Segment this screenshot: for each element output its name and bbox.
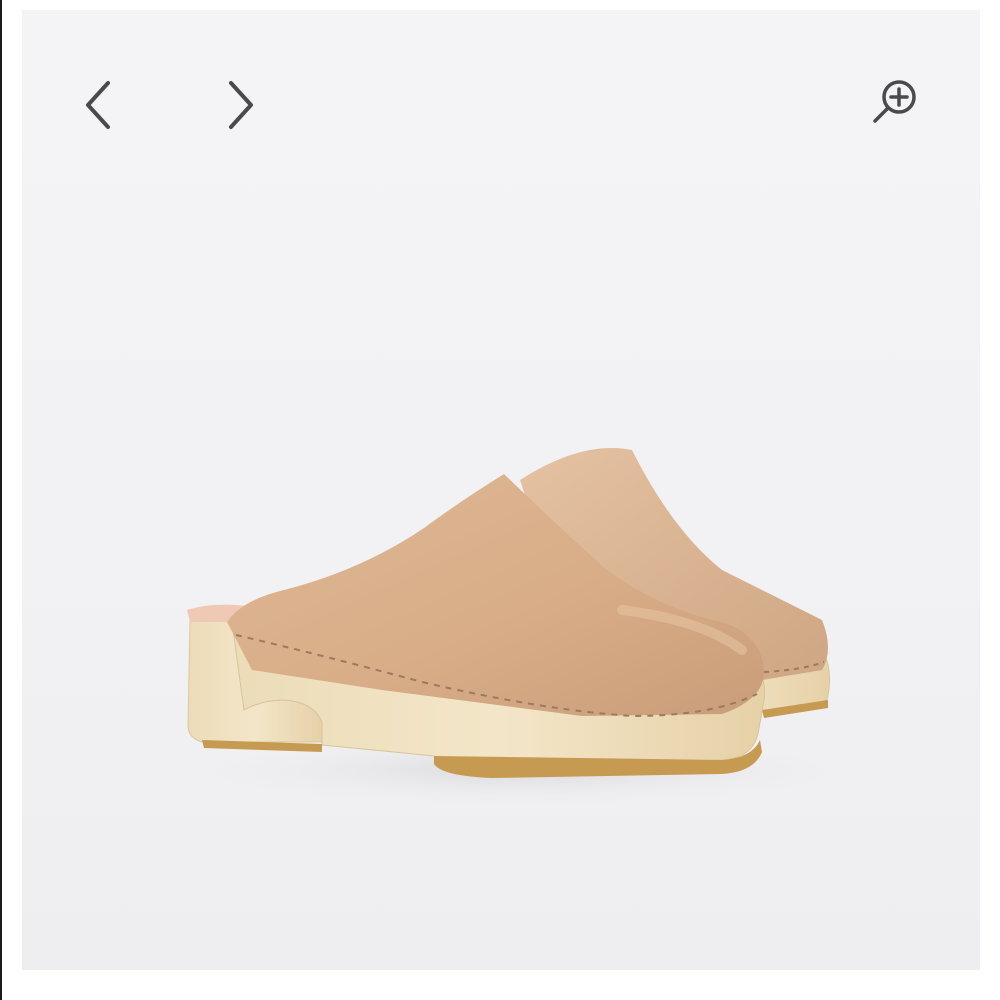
- product-photo: [187, 448, 852, 804]
- chevron-right-icon: [229, 81, 253, 129]
- zoom-button[interactable]: [860, 66, 930, 136]
- product-image-viewer: [22, 10, 980, 970]
- previous-image-button[interactable]: [65, 70, 135, 140]
- left-border: [0, 0, 2, 1000]
- chevron-left-icon: [86, 81, 110, 129]
- zoom-in-icon: [873, 80, 916, 123]
- next-image-button[interactable]: [204, 70, 274, 140]
- product-gallery-frame: [0, 0, 1000, 1000]
